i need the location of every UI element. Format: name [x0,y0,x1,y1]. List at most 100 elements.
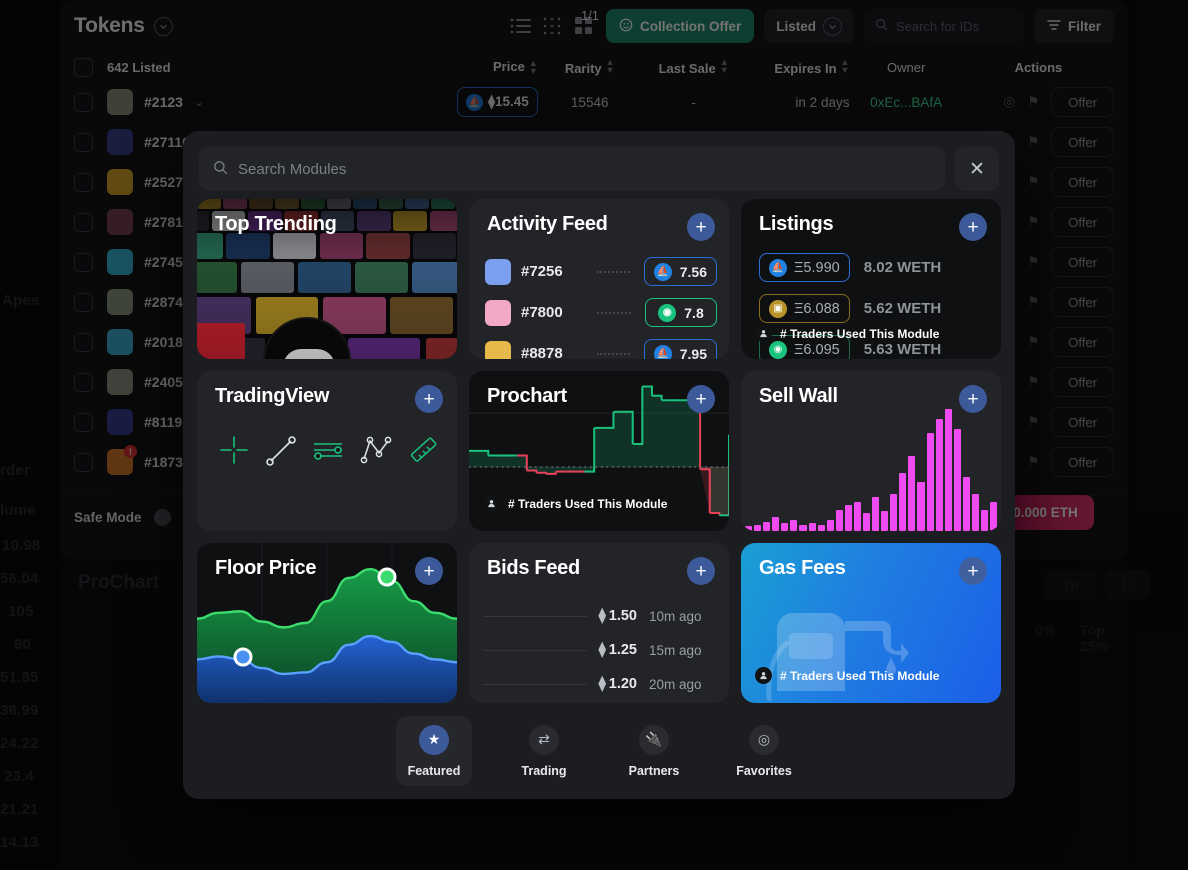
crosshair-icon [217,433,251,472]
bid-time: 15m ago [649,642,702,658]
module-card-tradingview[interactable]: TradingView + [197,371,457,531]
mosaic-tile [197,323,245,359]
bid-amount: ⧫ 1.25 [598,642,637,658]
add-module-button[interactable]: + [415,557,443,585]
activity-feed-row[interactable]: #8878 ⛵ 7.95 [485,333,717,359]
sell-wall-bar [745,526,753,531]
dotted-connector [597,311,631,314]
add-module-button[interactable]: + [415,385,443,413]
listing-weth-value: 8.02 WETH [863,259,942,276]
bid-time: 10m ago [649,608,702,624]
sell-wall-bar [917,482,925,531]
bid-row[interactable]: ⧫ 1.50 10m ago [483,599,715,633]
token-avatar [485,340,511,359]
mosaic-tile [412,262,457,293]
person-icon [483,495,500,512]
search-modules-input[interactable]: Search Modules [199,147,945,191]
add-module-button[interactable]: + [959,385,987,413]
tab-trading[interactable]: ⇄ Trading [506,716,582,786]
add-module-button[interactable]: + [959,213,987,241]
traders-used-tag: # Traders Used This Module [755,667,939,684]
traders-used-label: # Traders Used This Module [508,496,668,511]
module-card-sell-wall[interactable]: Sell Wall + [741,371,1001,531]
tab-partners[interactable]: 🔌 Partners [616,716,692,786]
sell-wall-bar [935,419,943,531]
listing-row[interactable]: ⛵ Ξ5.990 8.02 WETH [759,247,989,288]
close-icon[interactable]: ✕ [955,147,999,191]
mosaic-tile [355,262,408,293]
module-card-gas-fees[interactable]: Gas Fees + # Traders Used This Module [741,543,1001,703]
star-icon: ★ [419,724,449,755]
module-picker-modal: Search Modules ✕ Top Trending Activity F… [183,131,1015,799]
module-title: Sell Wall [759,385,838,407]
plug-icon: 🔌 [639,724,669,755]
tab-favorites[interactable]: ◎ Favorites [726,716,802,786]
listing-weth-value: 5.62 WETH [863,300,942,317]
prochart-segment [536,471,548,474]
sell-wall-bar [872,497,880,531]
sell-wall-bar [817,524,825,531]
sell-wall-bar [990,501,998,531]
add-module-button[interactable]: + [959,557,987,585]
sell-wall-bar [899,472,907,531]
x2y2-icon: ▣ [769,299,787,318]
bid-row[interactable]: ⧫ 1.20 20m ago [483,667,715,701]
mosaic-tile [197,338,265,359]
ethereum-icon: ⧫ [598,676,606,692]
person-icon [755,325,772,342]
dotted-connector [597,270,630,273]
mosaic-tile [327,199,351,209]
add-module-button[interactable]: + [687,557,715,585]
bids-feed-list: ⧫ 1.50 10m ago ⧫ 1.25 15m ago ⧫ 1.20 20m ago [483,599,715,701]
add-module-button[interactable]: + [687,213,715,241]
sell-wall-bar [781,523,789,531]
listing-price-value: Ξ6.095 [794,341,840,358]
search-icon [213,160,228,179]
mosaic-tile [249,199,273,209]
modules-grid: Top Trending Activity Feed + #7256 ⛵ 7.56 #… [195,199,1003,703]
listing-price-value: Ξ5.990 [794,259,840,276]
opensea-icon: ⛵ [653,262,672,281]
modal-search-row: Search Modules ✕ [199,147,999,191]
module-card-activity-feed[interactable]: Activity Feed + #7256 ⛵ 7.56 #7800 ◉ 7.8 #8878… [469,199,729,359]
mosaic-tile [241,262,294,293]
bid-row[interactable]: ⧫ 1.25 15m ago [483,633,715,667]
ethereum-icon: ⧫ [598,642,606,658]
opensea-icon: ⛵ [769,258,787,277]
add-module-button[interactable]: + [687,385,715,413]
ethereum-icon: ⧫ [598,608,606,624]
prochart-segment [603,411,615,429]
mosaic-tile [357,211,391,231]
module-card-prochart[interactable]: Prochart + # Traders Used This Module [469,371,729,531]
mosaic-tile [273,233,317,259]
sparkle-icon: ◎ [749,724,779,755]
module-card-bids-feed[interactable]: Bids Feed + ⧫ 1.50 10m ago ⧫ 1.25 15m ago ⧫ 1.2… [469,543,729,703]
mosaic-tile [197,211,209,231]
tab-label: Favorites [736,763,792,778]
listings-list: ⛵ Ξ5.990 8.02 WETH ▣ Ξ6.088 5.62 WETH ◉ Ξ6.095 5… [759,247,989,359]
activity-feed-row[interactable]: #7800 ◉ 7.8 [485,292,717,333]
module-card-listings[interactable]: Listings + ⛵ Ξ5.990 8.02 WETH ▣ Ξ6.088 5.62 W… [741,199,1001,359]
sell-wall-bar [754,524,762,531]
dotted-connector [597,352,630,355]
mosaic-tile [298,262,351,293]
listing-price-pill: ▣ Ξ6.088 [759,294,850,323]
sell-wall-bar [881,511,889,531]
ruler-icon [407,433,441,472]
tab-featured[interactable]: ★ Featured [396,716,472,786]
sell-wall-bar [826,520,834,531]
listing-row[interactable]: ▣ Ξ6.088 5.62 WETH [759,288,989,329]
mosaic-tile [353,199,377,209]
module-card-floor-price[interactable]: Floor Price + [197,543,457,703]
tradingview-tool-icons [217,433,441,472]
bid-amount: ⧫ 1.20 [598,676,637,692]
sell-wall-bar [790,520,798,531]
module-card-top-trending[interactable]: Top Trending [197,199,457,359]
bored-ape-logo [263,317,351,359]
mosaic-tile [323,297,386,334]
activity-feed-row[interactable]: #7256 ⛵ 7.56 [485,251,717,292]
mosaic-tile [301,199,325,209]
mosaic-tile [390,297,453,334]
mosaic-tile [366,233,410,259]
module-title: Floor Price [215,557,317,579]
